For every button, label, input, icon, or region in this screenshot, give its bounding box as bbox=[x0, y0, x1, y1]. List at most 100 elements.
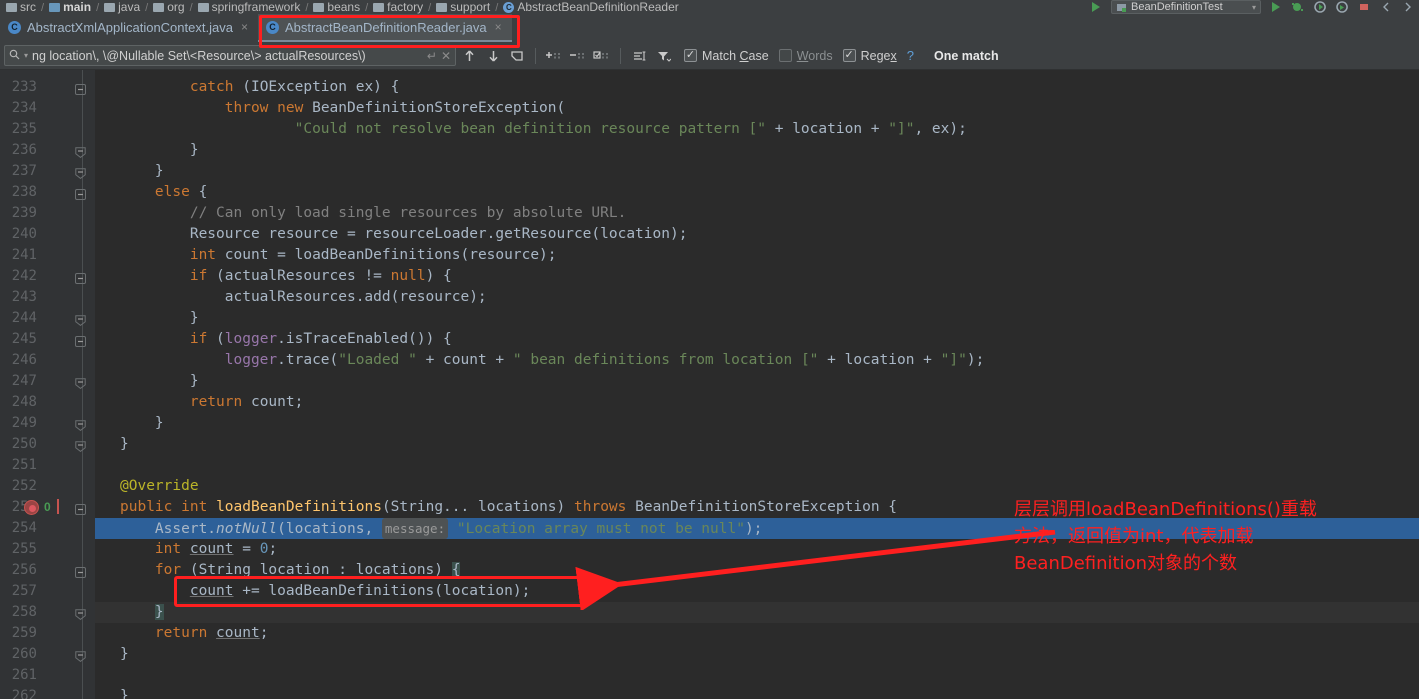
gutter-line[interactable]: 239 bbox=[0, 203, 95, 224]
gutter-line[interactable]: 235 bbox=[0, 119, 95, 140]
breadcrumb-item-java[interactable]: java bbox=[104, 1, 140, 14]
gutter-line[interactable]: 237 bbox=[0, 161, 95, 182]
breadcrumb-item-src[interactable]: src bbox=[6, 1, 36, 14]
gutter-line[interactable]: 241 bbox=[0, 245, 95, 266]
close-icon[interactable]: × bbox=[495, 20, 502, 34]
code-line-258[interactable]: } bbox=[95, 602, 1419, 623]
gutter-line[interactable]: 243 bbox=[0, 287, 95, 308]
gutter-line[interactable]: 234 bbox=[0, 98, 95, 119]
tab-AbstractBeanDefinitionReader[interactable]: C AbstractBeanDefinitionReader.java × bbox=[257, 14, 512, 42]
code-line-250[interactable]: } bbox=[95, 434, 1419, 455]
gutter-line[interactable]: 248 bbox=[0, 392, 95, 413]
stop-icon[interactable] bbox=[1357, 0, 1371, 14]
gutter-line[interactable]: 245 bbox=[0, 329, 95, 350]
select-all-occurrences-button[interactable] bbox=[506, 45, 528, 67]
match-case-checkbox[interactable]: ✓ bbox=[684, 49, 697, 62]
code-line-256[interactable]: for (String location : locations) { bbox=[95, 560, 1419, 581]
find-next-button[interactable] bbox=[482, 45, 504, 67]
gutter-line[interactable]: 258 bbox=[0, 602, 108, 623]
code-line-240[interactable]: Resource resource = resourceLoader.getRe… bbox=[95, 224, 1419, 245]
code-line-246[interactable]: logger.trace("Loaded " + count + " bean … bbox=[95, 350, 1419, 371]
fold-collapse-icon[interactable] bbox=[75, 565, 86, 578]
tab-AbstractXmlApplicationContext[interactable]: C AbstractXmlApplicationContext.java × bbox=[0, 14, 258, 42]
find-previous-button[interactable] bbox=[458, 45, 480, 67]
fold-end-icon[interactable] bbox=[75, 649, 86, 663]
gutter-line[interactable]: 247 bbox=[0, 371, 95, 392]
fold-collapse-icon[interactable] bbox=[75, 82, 86, 95]
run-coverage-icon[interactable] bbox=[1313, 0, 1327, 14]
breadcrumb-item-support[interactable]: support bbox=[436, 1, 490, 14]
collapse-icon[interactable] bbox=[1379, 0, 1393, 14]
code-line-255[interactable]: int count = 0; bbox=[95, 539, 1419, 560]
breadcrumb-item-factory[interactable]: factory bbox=[373, 1, 423, 14]
gutter-line[interactable]: 242 bbox=[0, 266, 95, 287]
regex-checkbox[interactable]: ✓ bbox=[842, 49, 856, 62]
overriding-method-icon[interactable]: 0 bbox=[44, 500, 58, 515]
gutter-line[interactable]: 236 bbox=[0, 140, 95, 161]
close-icon[interactable]: ✕ bbox=[441, 49, 451, 63]
code-line-252[interactable]: @Override bbox=[95, 476, 1419, 497]
gutter-line[interactable]: 257 bbox=[0, 581, 95, 602]
words-checkbox[interactable] bbox=[778, 49, 792, 62]
gutter-line[interactable]: 246 bbox=[0, 350, 95, 371]
code-line-237[interactable]: } bbox=[95, 161, 1419, 182]
gutter-line[interactable]: 252 bbox=[0, 476, 95, 497]
words-option[interactable]: Words bbox=[778, 49, 833, 63]
code-line-243[interactable]: actualResources.add(resource); bbox=[95, 287, 1419, 308]
chevron-down-icon[interactable]: ▾ bbox=[1252, 3, 1256, 12]
filter-button[interactable] bbox=[652, 45, 674, 67]
run-configuration-selector[interactable]: BeanDefinitionTest ▾ bbox=[1111, 0, 1261, 14]
code-line-249[interactable]: } bbox=[95, 413, 1419, 434]
profile-icon[interactable] bbox=[1335, 0, 1349, 14]
chevron-down-icon[interactable]: ▾ bbox=[24, 51, 28, 60]
filter-lines-button[interactable] bbox=[628, 45, 650, 67]
breadcrumb-item-main[interactable]: main bbox=[49, 1, 91, 14]
gutter-line[interactable]: 256 bbox=[0, 560, 95, 581]
code-line-247[interactable]: } bbox=[95, 371, 1419, 392]
remove-occurrence-button[interactable] bbox=[567, 45, 589, 67]
add-occurrence-button[interactable] bbox=[543, 45, 565, 67]
debug-icon[interactable] bbox=[1291, 0, 1305, 14]
regex-option[interactable]: ✓ Regex bbox=[842, 49, 897, 63]
fold-end-icon[interactable] bbox=[75, 166, 86, 180]
gutter-line[interactable]: 262 bbox=[0, 686, 95, 699]
gutter-line[interactable]: 233 bbox=[0, 77, 95, 98]
gutter-line[interactable]: 249 bbox=[0, 413, 95, 434]
code-line-248[interactable]: return count; bbox=[95, 392, 1419, 413]
code-line-261[interactable] bbox=[95, 665, 1419, 686]
breadcrumb-item-org[interactable]: org bbox=[153, 1, 185, 14]
close-icon[interactable]: × bbox=[241, 20, 248, 34]
breadcrumb-item-beans[interactable]: beans bbox=[313, 1, 360, 14]
debug-step-icon[interactable] bbox=[1089, 0, 1103, 14]
match-case-option[interactable]: ✓ Match Case bbox=[684, 49, 769, 63]
gutter-line[interactable]: 240 bbox=[0, 224, 95, 245]
gutter-line[interactable]: 260 bbox=[0, 644, 95, 665]
code-line-241[interactable]: int count = loadBeanDefinitions(resource… bbox=[95, 245, 1419, 266]
gutter-line[interactable]: 251 bbox=[0, 455, 95, 476]
gutter-line[interactable]: 261 bbox=[0, 665, 95, 686]
code-line-239[interactable]: // Can only load single resources by abs… bbox=[95, 203, 1419, 224]
fold-collapse-icon[interactable] bbox=[75, 187, 86, 200]
gutter-line[interactable]: 238 bbox=[0, 182, 95, 203]
breakpoint-icon[interactable] bbox=[24, 500, 39, 515]
code-line-244[interactable]: } bbox=[95, 308, 1419, 329]
code-line-260[interactable]: } bbox=[95, 644, 1419, 665]
breadcrumb-item-AbstractBeanDefinitionReader[interactable]: C AbstractBeanDefinitionReader bbox=[503, 1, 679, 14]
gutter-line[interactable]: 255 bbox=[0, 539, 95, 560]
code-editor[interactable]: 233 234 235 236 237 238 239 240 241 242 243 244 245 2… bbox=[0, 70, 1419, 699]
code-line-235[interactable]: "Could not resolve bean definition resou… bbox=[95, 119, 1419, 140]
code-line-245[interactable]: if (logger.isTraceEnabled()) { bbox=[95, 329, 1419, 350]
search-input[interactable]: ▾ ng location\, \@Nullable Set\<Resource… bbox=[4, 45, 456, 66]
code-line-238[interactable]: else { bbox=[95, 182, 1419, 203]
fold-end-icon[interactable] bbox=[75, 145, 86, 159]
fold-end-icon[interactable] bbox=[75, 376, 86, 390]
code-line-253[interactable]: public int loadBeanDefinitions(String...… bbox=[95, 497, 1419, 518]
fold-end-icon[interactable] bbox=[75, 313, 86, 327]
editor-gutter[interactable]: 233 234 235 236 237 238 239 240 241 242 243 244 245 2… bbox=[0, 70, 108, 699]
run-icon[interactable] bbox=[1269, 0, 1283, 14]
gutter-line[interactable]: 250 bbox=[0, 434, 95, 455]
fold-end-icon[interactable] bbox=[75, 439, 86, 453]
code-line-262[interactable]: } bbox=[95, 686, 1419, 699]
code-line-259[interactable]: return count; bbox=[95, 623, 1419, 644]
code-line-236[interactable]: } bbox=[95, 140, 1419, 161]
